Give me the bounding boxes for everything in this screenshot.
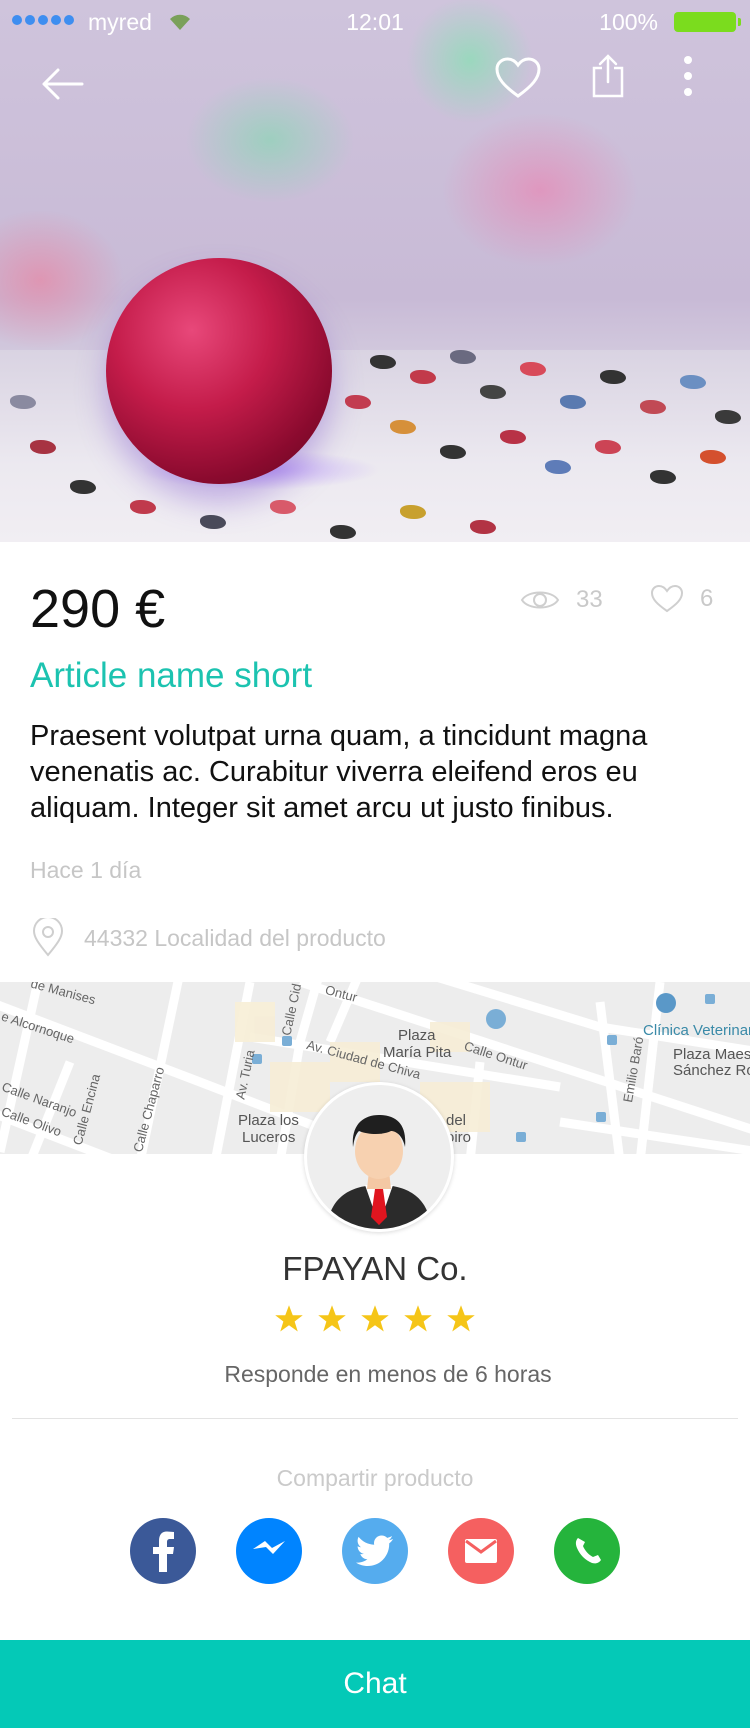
share-icon [592, 54, 624, 98]
star-icon [447, 1305, 475, 1332]
messenger-icon [253, 1541, 285, 1554]
favorite-button[interactable] [488, 48, 548, 108]
heart-icon [495, 57, 541, 98]
share-messenger-button[interactable] [236, 1518, 302, 1584]
photo-confetti [680, 375, 706, 389]
photo-confetti [700, 450, 726, 464]
twitter-icon [356, 1535, 393, 1566]
seller-avatar[interactable] [304, 1082, 454, 1232]
photo-confetti [440, 445, 466, 459]
back-button[interactable] [32, 54, 92, 114]
map-label: del [446, 1112, 467, 1129]
battery-percent: 100% [599, 9, 658, 35]
share-buttons [130, 1518, 620, 1584]
map-label: Plaza Maest [673, 1046, 750, 1063]
photo-confetti [410, 370, 436, 384]
star-icon [404, 1305, 432, 1332]
seller-rating [0, 1304, 750, 1334]
photo-confetti [600, 370, 626, 384]
photo-confetti [70, 480, 96, 494]
posted-date: Hace 1 día [30, 857, 142, 883]
photo-confetti [640, 400, 666, 414]
product-description: Praesent volutpat urna quam, a tincidunt… [30, 720, 648, 824]
product-photo[interactable]: myred 12:01 100% [0, 0, 750, 542]
email-icon [465, 1539, 497, 1563]
whatsapp-icon [575, 1538, 601, 1564]
star-icon [361, 1305, 389, 1332]
heart-outline-icon [650, 584, 684, 613]
photo-confetti [400, 505, 426, 519]
more-vertical-icon [684, 56, 692, 96]
map-label: María Pita [383, 1044, 452, 1061]
arrow-left-icon [42, 68, 84, 100]
product-price: 290 € [30, 579, 166, 639]
photo-confetti [470, 520, 496, 534]
map-label: Luceros [242, 1129, 296, 1146]
photo-confetti [480, 385, 506, 399]
share-facebook-button[interactable] [130, 1518, 196, 1584]
photo-confetti [390, 420, 416, 434]
chat-button[interactable]: Chat [0, 1640, 750, 1728]
views-count: 33 [520, 586, 603, 614]
photo-confetti [560, 395, 586, 409]
photo-confetti [500, 430, 526, 444]
views-value: 33 [576, 586, 603, 613]
businessman-avatar-icon [327, 1115, 431, 1229]
divider [12, 1418, 738, 1419]
map-label: Plaza los [238, 1112, 299, 1129]
share-email-button[interactable] [448, 1518, 514, 1584]
likes-value: 6 [700, 585, 714, 612]
response-time: Responde en menos de 6 horas [224, 1361, 552, 1387]
photo-confetti [345, 395, 371, 409]
photo-confetti [520, 362, 546, 376]
eye-icon [520, 591, 560, 609]
photo-confetti [270, 500, 296, 514]
photo-confetti [130, 500, 156, 514]
product-location: 44332 Localidad del producto [30, 918, 386, 958]
photo-confetti [330, 525, 356, 539]
map-label: Sánchez Ros [673, 1062, 750, 1079]
share-twitter-button[interactable] [342, 1518, 408, 1584]
likes-count: 6 [650, 584, 713, 614]
photo-confetti [370, 355, 396, 369]
more-button[interactable] [658, 46, 718, 106]
facebook-icon [153, 1531, 174, 1572]
photo-red-ball [106, 258, 332, 484]
photo-confetti [650, 470, 676, 484]
map-label: Clínica Veterinari [643, 1022, 750, 1039]
photo-confetti [30, 440, 56, 454]
share-button[interactable] [578, 46, 638, 106]
star-icon [275, 1305, 303, 1332]
photo-confetti [450, 350, 476, 364]
photo-confetti [715, 410, 741, 424]
status-bar: myred 12:01 100% [0, 0, 750, 44]
star-icon [318, 1305, 346, 1332]
chat-button-label: Chat [343, 1667, 407, 1700]
location-pin-icon [32, 918, 64, 957]
location-text: 44332 Localidad del producto [84, 924, 386, 951]
seller-name[interactable]: FPAYAN Co. [0, 1250, 750, 1288]
photo-confetti [545, 460, 571, 474]
battery-icon [674, 12, 741, 32]
product-title: Article name short [30, 656, 313, 695]
share-title: Compartir producto [276, 1465, 474, 1491]
photo-confetti [595, 440, 621, 454]
share-whatsapp-button[interactable] [554, 1518, 620, 1584]
map-label: Plaza [398, 1027, 436, 1044]
photo-confetti [10, 395, 36, 409]
photo-confetti [200, 515, 226, 529]
